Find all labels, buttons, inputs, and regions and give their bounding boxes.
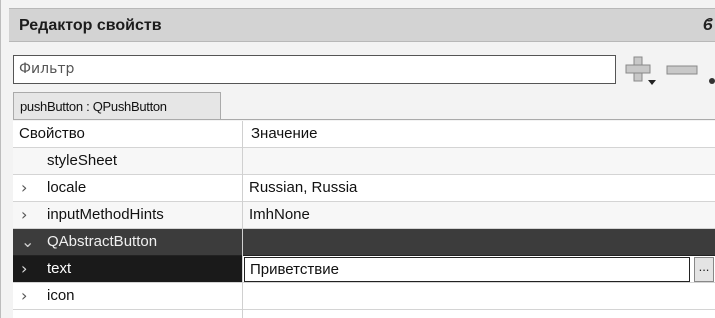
property-editor-panel: Редактор свойств ϐ Фильтр pushButton : Q…	[0, 0, 715, 318]
chevron-right-icon[interactable]: ›	[21, 175, 27, 201]
property-value-cell: Приветствие ...	[243, 256, 715, 282]
table-header-row: Свойство Значение	[13, 121, 715, 148]
property-name-cell: styleSheet	[47, 152, 118, 169]
property-column-header[interactable]: Свойство	[13, 121, 242, 147]
table-row[interactable]: › inputMethodHints ImhNone	[13, 202, 715, 229]
browse-button[interactable]: ...	[694, 257, 714, 282]
property-value-cell[interactable]: Russian, Russia	[243, 175, 715, 201]
property-table: Свойство Значение styleSheet › locale Ru…	[13, 121, 715, 318]
group-row-qabstractbutton[interactable]: ⌄ QAbstractButton	[13, 229, 715, 256]
panel-title-bar[interactable]: Редактор свойств ϐ	[9, 8, 715, 42]
chevron-down-icon[interactable]: ⌄	[21, 229, 34, 255]
panel-title: Редактор свойств	[19, 17, 162, 34]
chevron-right-icon[interactable]: ›	[21, 202, 27, 228]
table-row[interactable]: styleSheet	[13, 148, 715, 175]
filter-input[interactable]: Фильтр	[13, 55, 616, 84]
text-value-input[interactable]: Приветствие	[244, 257, 690, 282]
chevron-right-icon[interactable]: ›	[21, 256, 27, 282]
property-value-cell[interactable]	[243, 283, 715, 309]
property-name-cell: › text	[13, 256, 242, 282]
overflow-indicator	[709, 78, 715, 84]
property-value-cell[interactable]: ImhNone	[243, 202, 715, 228]
property-name-cell: › icon	[13, 283, 242, 309]
tab-divider	[13, 119, 715, 120]
object-tab[interactable]: pushButton : QPushButton	[13, 92, 221, 120]
table-row-selected[interactable]: › text Приветствие ...	[13, 256, 715, 283]
chevron-right-icon[interactable]: ›	[21, 283, 27, 309]
value-column-header[interactable]: Значение	[243, 121, 715, 147]
property-name-cell: › locale	[13, 175, 242, 201]
plus-dropdown-icon[interactable]	[623, 54, 657, 86]
float-panel-icon[interactable]: ϐ	[703, 15, 713, 35]
table-row[interactable]: › locale Russian, Russia	[13, 175, 715, 202]
property-value-cell[interactable]	[243, 148, 715, 174]
minus-icon[interactable]	[665, 60, 699, 80]
table-row[interactable]: › icon	[13, 283, 715, 310]
property-name-cell: › inputMethodHints	[13, 202, 242, 228]
column-divider[interactable]	[242, 121, 243, 318]
